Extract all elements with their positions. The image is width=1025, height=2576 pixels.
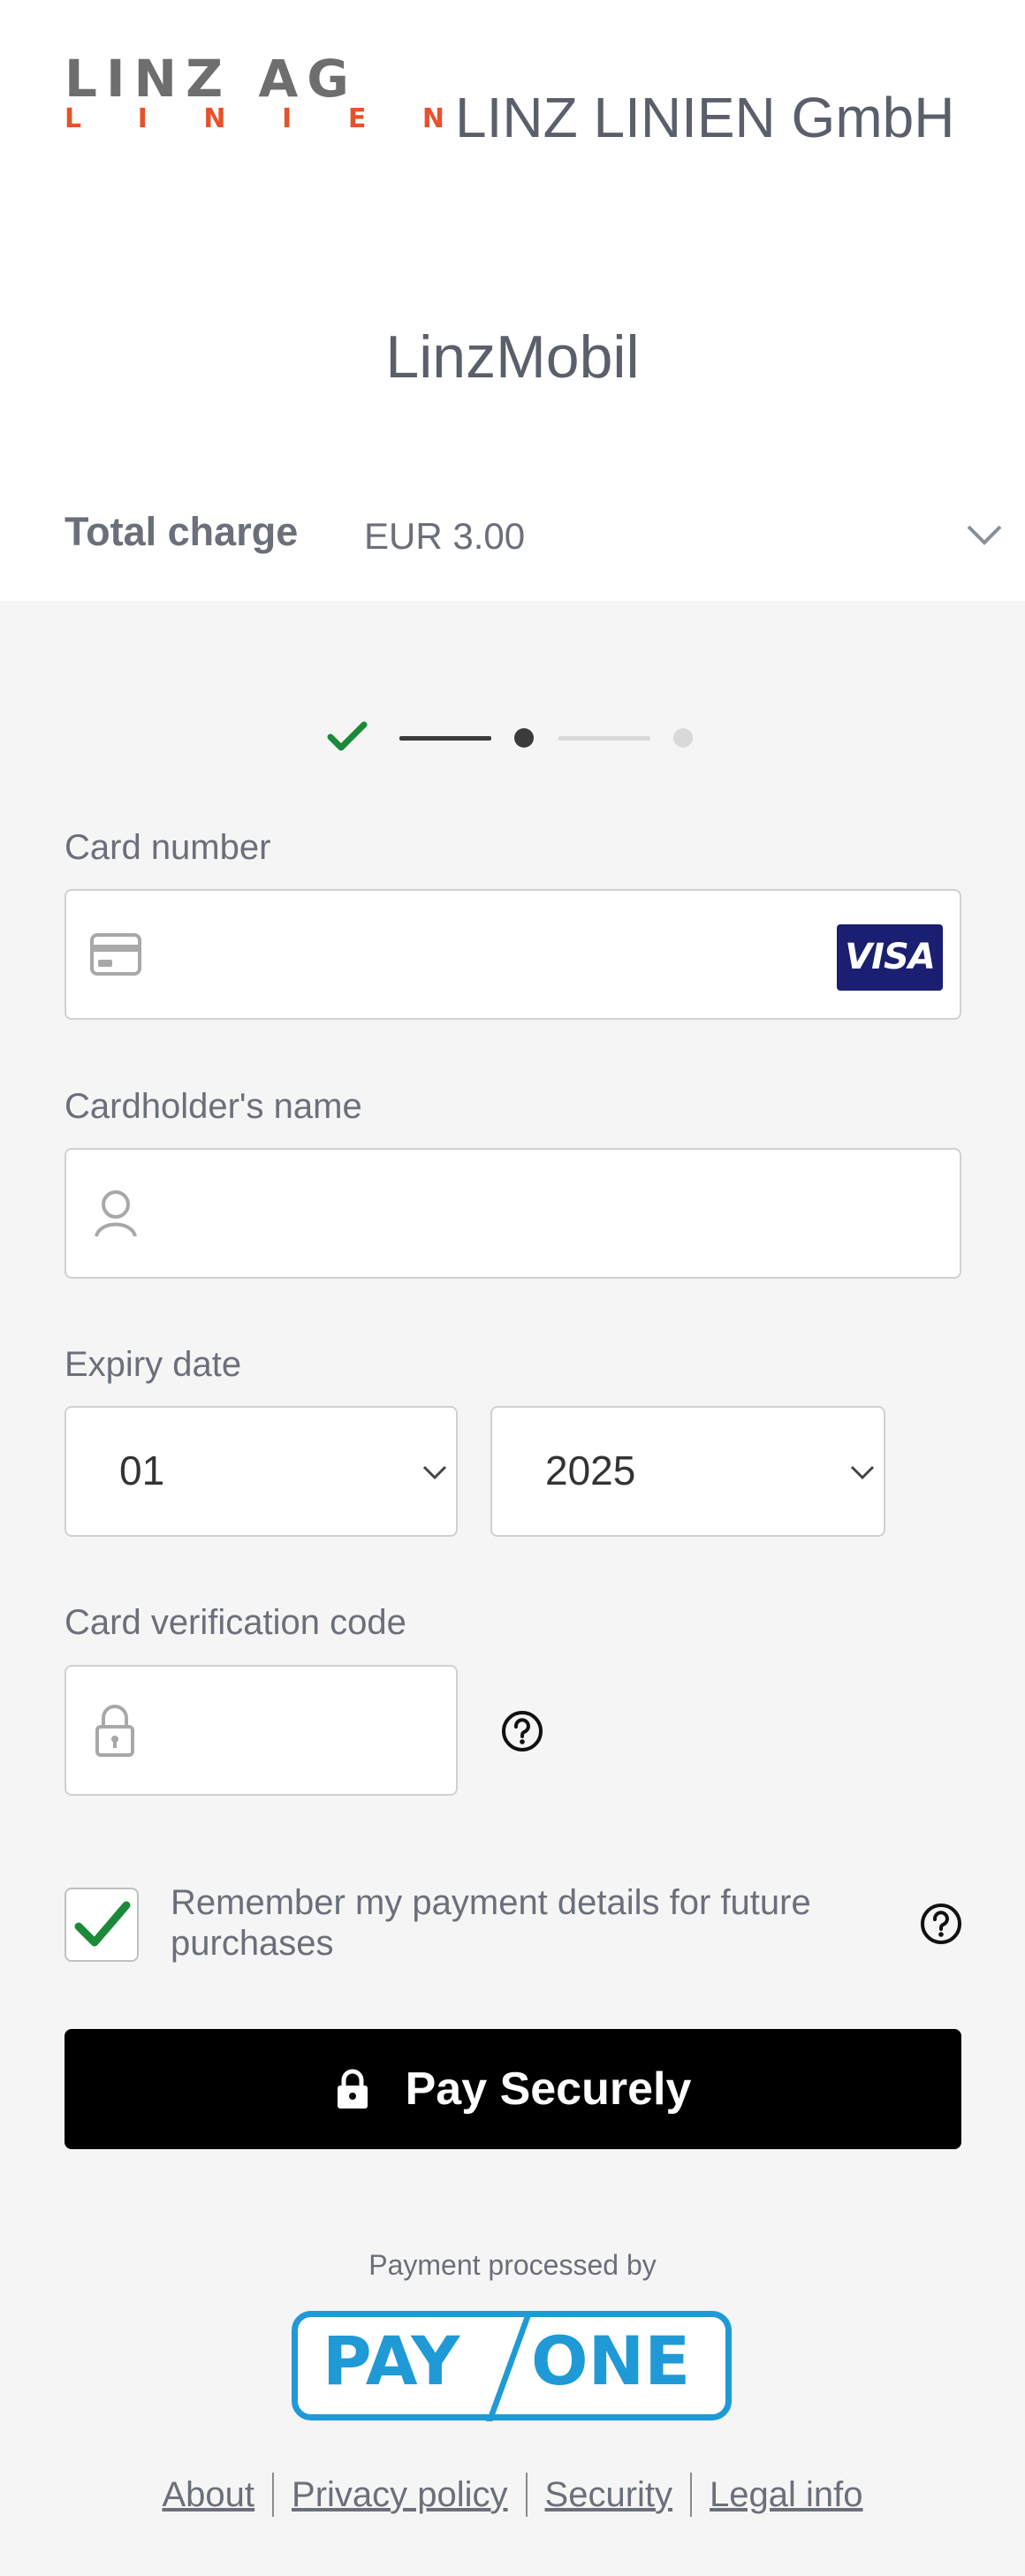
security-link[interactable]: Security (528, 2475, 691, 2515)
step-connector-complete (399, 736, 491, 741)
step-pending-dot (673, 728, 693, 748)
expiry-month-select[interactable]: 01 (65, 1406, 458, 1537)
chevron-down-icon[interactable] (965, 521, 1004, 548)
cvc-label: Card verification code (65, 1603, 406, 1642)
cardholder-name-label: Cardholder's name (65, 1087, 362, 1126)
payone-logo-right: ONE (531, 2321, 691, 2400)
payone-logo: PAY ONE (292, 2311, 732, 2421)
linz-ag-logo: LINZ AG L I N I E N (65, 53, 444, 141)
legal-info-link[interactable]: Legal info (692, 2475, 880, 2515)
cvc-input[interactable] (163, 1702, 437, 1760)
expiry-year-select[interactable]: 2025 (490, 1406, 885, 1537)
checkmark-icon (74, 1901, 131, 1947)
privacy-policy-link[interactable]: Privacy policy (274, 2475, 526, 2515)
product-name: LinzMobil (385, 323, 640, 391)
card-number-label: Card number (65, 828, 271, 867)
payone-logo-left: PAY (323, 2321, 460, 2400)
chevron-down-icon (422, 1465, 447, 1480)
cvc-help-icon[interactable] (500, 1709, 544, 1753)
merchant-header: LINZ AG L I N I E N LINZ LINIEN GmbH Lin… (0, 0, 1025, 601)
total-charge-value: EUR 3.00 (364, 515, 526, 557)
logo-subline: L I N I E N (65, 103, 444, 134)
step-complete-check-icon (327, 721, 368, 751)
about-link[interactable]: About (144, 2475, 272, 2515)
step-connector-pending (558, 736, 650, 741)
cardholder-name-input[interactable] (163, 1185, 941, 1243)
chevron-down-icon (850, 1465, 875, 1480)
cardholder-name-field[interactable] (65, 1148, 961, 1279)
lock-icon (337, 2069, 368, 2109)
pay-button-label: Pay Securely (405, 2063, 692, 2115)
lock-icon (95, 1705, 134, 1757)
expiry-month-value: 01 (119, 1448, 165, 1493)
card-number-field[interactable]: VISA (65, 889, 961, 1020)
processed-by-text: Payment processed by (368, 2249, 657, 2281)
credit-card-icon (90, 933, 141, 976)
remember-help-icon[interactable] (919, 1902, 963, 1946)
expiry-year-value: 2025 (545, 1448, 636, 1493)
merchant-name: LINZ LINIEN GmbH (455, 86, 955, 149)
user-icon (95, 1190, 137, 1237)
payone-logo-slash (486, 2312, 533, 2421)
visa-logo: VISA (837, 924, 943, 991)
expiry-date-label: Expiry date (65, 1345, 242, 1384)
pay-securely-button[interactable]: Pay Securely (65, 2029, 961, 2149)
total-charge-label: Total charge (65, 509, 299, 554)
logo-wordmark: LINZ AG (65, 49, 358, 109)
progress-steps (327, 716, 707, 760)
remember-checkbox[interactable] (65, 1888, 139, 1962)
footer-links: About Privacy policy Security Legal info (0, 2473, 1025, 2517)
step-current-dot (514, 728, 534, 748)
cvc-field[interactable] (65, 1665, 458, 1796)
remember-label[interactable]: Remember my payment details for future p… (171, 1882, 904, 1964)
card-number-input[interactable] (163, 926, 817, 984)
